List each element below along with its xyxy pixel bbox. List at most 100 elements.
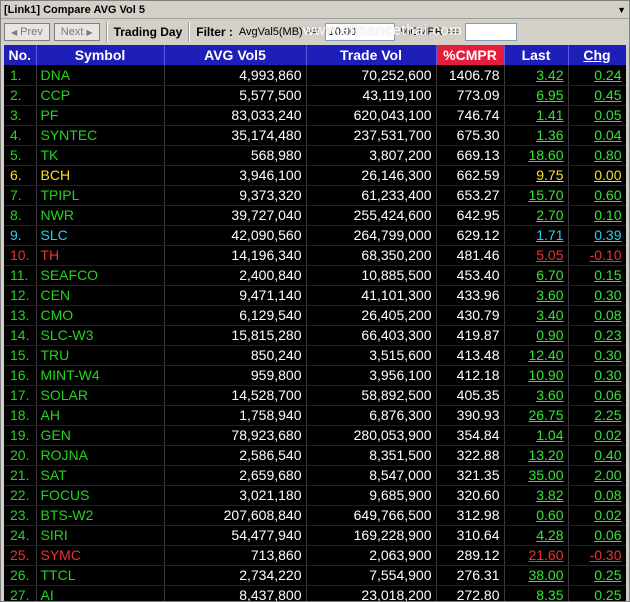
cmpr-filter-input[interactable] [464,23,517,41]
trading-day-label[interactable]: Trading Day [114,25,183,39]
chg-cell[interactable]: 0.10 [568,205,626,226]
symbol-cell[interactable]: MINT-W4 [36,365,165,386]
last-cell[interactable]: 15.70 [504,185,569,206]
symbol-cell[interactable]: TH [36,245,165,266]
last-cell[interactable]: 1.71 [504,225,569,246]
last-cell[interactable]: 1.41 [504,105,569,126]
chg-cell[interactable]: 0.25 [568,585,626,601]
table-row[interactable]: 13. CMO 6,129,540 26,405,200 430.79 3.40 0.08 [4,305,626,326]
table-row[interactable]: 7. TPIPL 9,373,320 61,233,400 653.27 15.70 0.6… [4,185,626,206]
symbol-cell[interactable]: TPIPL [36,185,165,206]
last-cell[interactable]: 0.90 [504,325,569,346]
chg-cell[interactable]: 0.60 [568,185,626,206]
chg-cell[interactable]: 0.39 [568,225,626,246]
table-row[interactable]: 16. MINT-W4 959,800 3,956,100 412.18 10.90 0.3… [4,365,626,386]
table-row[interactable]: 22. FOCUS 3,021,180 9,685,900 320.60 3.82 0.08 [4,485,626,506]
table-row[interactable]: 9. SLC 42,090,560 264,799,000 629.12 1.71 0.39 [4,225,626,246]
symbol-cell[interactable]: NWR [36,205,165,226]
symbol-cell[interactable]: CCP [36,85,165,106]
last-cell[interactable]: 13.20 [504,445,569,466]
symbol-cell[interactable]: ROJNA [36,445,165,466]
prev-button[interactable]: ◀ Prev [4,23,50,41]
dropdown-arrow-icon[interactable]: ▼ [617,5,626,15]
chg-cell[interactable]: 0.02 [568,425,626,446]
chg-cell[interactable]: 0.05 [568,105,626,126]
symbol-cell[interactable]: AH [36,405,165,426]
symbol-cell[interactable]: CEN [36,285,165,306]
chg-cell[interactable]: 0.30 [568,285,626,306]
table-row[interactable]: 23. BTS-W2 207,608,840 649,766,500 312.98 0.6… [4,505,626,526]
symbol-cell[interactable]: CMO [36,305,165,326]
last-cell[interactable]: 3.82 [504,485,569,506]
chg-cell[interactable]: 0.08 [568,485,626,506]
symbol-cell[interactable]: PF [36,105,165,126]
chg-cell[interactable]: -0.10 [568,245,626,266]
symbol-cell[interactable]: GEN [36,425,165,446]
last-cell[interactable]: 6.70 [504,265,569,286]
chg-cell[interactable]: -0.30 [568,545,626,566]
table-row[interactable]: 14. SLC-W3 15,815,280 66,403,300 419.87 0.90 0… [4,325,626,346]
table-row[interactable]: 1. DNA 4,993,860 70,252,600 1406.78 3.42 0.24 [4,65,626,86]
table-row[interactable]: 4. SYNTEC 35,174,480 237,531,700 675.30 1.36 0… [4,125,626,146]
last-cell[interactable]: 5.05 [504,245,569,266]
chg-cell[interactable]: 0.06 [568,525,626,546]
last-cell[interactable]: 3.40 [504,305,569,326]
symbol-cell[interactable]: SYMC [36,545,165,566]
chg-cell[interactable]: 0.30 [568,345,626,366]
table-row[interactable]: 18. AH 1,758,940 6,876,300 390.93 26.75 2.25 [4,405,626,426]
last-cell[interactable]: 1.04 [504,425,569,446]
last-cell[interactable]: 18.60 [504,145,569,166]
symbol-cell[interactable]: SIRI [36,525,165,546]
last-cell[interactable]: 2.70 [504,205,569,226]
header-no[interactable]: No. [4,45,37,65]
last-cell[interactable]: 10.90 [504,365,569,386]
table-row[interactable]: 24. SIRI 54,477,940 169,228,900 310.64 4.28 0.… [4,525,626,546]
symbol-cell[interactable]: SLC-W3 [36,325,165,346]
header-trade-vol[interactable]: Trade Vol [306,45,437,65]
chg-cell[interactable]: 0.04 [568,125,626,146]
symbol-cell[interactable]: TTCL [36,565,165,586]
last-cell[interactable]: 6.95 [504,85,569,106]
symbol-cell[interactable]: SAT [36,465,165,486]
chg-cell[interactable]: 0.40 [568,445,626,466]
header-cmpr[interactable]: %CMPR [436,45,505,65]
last-cell[interactable]: 1.36 [504,125,569,146]
table-row[interactable]: 27. AI 8,437,800 23,018,200 272.80 8.35 0.25 [4,585,626,601]
table-row[interactable]: 3. PF 83,033,240 620,043,100 746.74 1.41 0.05 [4,105,626,126]
symbol-cell[interactable]: BCH [36,165,165,186]
table-row[interactable]: 20. ROJNA 2,586,540 8,351,500 322.88 13.20 0.4… [4,445,626,466]
symbol-cell[interactable]: SYNTEC [36,125,165,146]
chg-cell[interactable]: 0.06 [568,385,626,406]
table-row[interactable]: 12. CEN 9,471,140 41,101,300 433.96 3.60 0.30 [4,285,626,306]
table-row[interactable]: 15. TRU 850,240 3,515,600 413.48 12.40 0.30 [4,345,626,366]
last-cell[interactable]: 0.60 [504,505,569,526]
chg-cell[interactable]: 0.25 [568,565,626,586]
chg-cell[interactable]: 0.23 [568,325,626,346]
chg-cell[interactable]: 0.15 [568,265,626,286]
table-row[interactable]: 25. SYMC 713,860 2,063,900 289.12 21.60 -0.30 [4,545,626,566]
header-chg[interactable]: Chg [568,45,626,65]
header-symbol[interactable]: Symbol [36,45,165,65]
chg-cell[interactable]: 0.02 [568,505,626,526]
symbol-cell[interactable]: SEAFCO [36,265,165,286]
chg-cell[interactable]: 2.00 [568,465,626,486]
table-row[interactable]: 10. TH 14,196,340 68,350,200 481.46 5.05 -0.10 [4,245,626,266]
symbol-cell[interactable]: BTS-W2 [36,505,165,526]
symbol-cell[interactable]: SLC [36,225,165,246]
chg-cell[interactable]: 0.45 [568,85,626,106]
table-row[interactable]: 26. TTCL 2,734,220 7,554,900 276.31 38.00 0.25 [4,565,626,586]
table-row[interactable]: 11. SEAFCO 2,400,840 10,885,500 453.40 6.70 0.… [4,265,626,286]
symbol-cell[interactable]: FOCUS [36,485,165,506]
symbol-cell[interactable]: TK [36,145,165,166]
last-cell[interactable]: 26.75 [504,405,569,426]
symbol-cell[interactable]: AI [36,585,165,601]
last-cell[interactable]: 9.75 [504,165,569,186]
chg-cell[interactable]: 2.25 [568,405,626,426]
header-avg-vol5[interactable]: AVG Vol5 [164,45,307,65]
last-cell[interactable]: 4.28 [504,525,569,546]
last-cell[interactable]: 35.00 [504,465,569,486]
table-row[interactable]: 5. TK 568,980 3,807,200 669.13 18.60 0.80 [4,145,626,166]
symbol-cell[interactable]: DNA [36,65,165,86]
table-row[interactable]: 17. SOLAR 14,528,700 58,892,500 405.35 3.60 0.… [4,385,626,406]
last-cell[interactable]: 3.42 [504,65,569,86]
